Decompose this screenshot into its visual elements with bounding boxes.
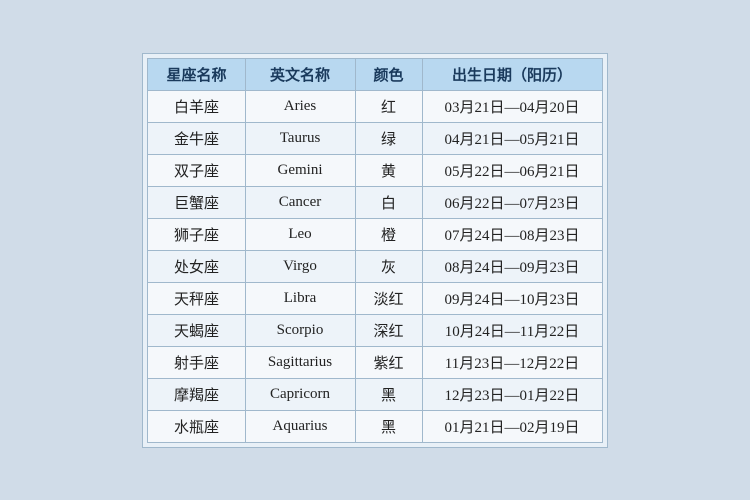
cell-zh: 双子座 xyxy=(148,154,245,186)
table-row: 处女座Virgo灰08月24日—09月23日 xyxy=(148,250,602,282)
cell-zh: 天秤座 xyxy=(148,282,245,314)
table-row: 射手座Sagittarius紫红11月23日—12月22日 xyxy=(148,346,602,378)
cell-color: 黄 xyxy=(355,154,422,186)
table-row: 摩羯座Capricorn黑12月23日—01月22日 xyxy=(148,378,602,410)
cell-color: 橙 xyxy=(355,218,422,250)
table-row: 狮子座Leo橙07月24日—08月23日 xyxy=(148,218,602,250)
cell-date: 10月24日—11月22日 xyxy=(422,314,602,346)
cell-zh: 金牛座 xyxy=(148,122,245,154)
cell-en: Aries xyxy=(245,90,355,122)
table-row: 巨蟹座Cancer白06月22日—07月23日 xyxy=(148,186,602,218)
cell-en: Taurus xyxy=(245,122,355,154)
table-row: 双子座Gemini黄05月22日—06月21日 xyxy=(148,154,602,186)
cell-color: 深红 xyxy=(355,314,422,346)
cell-color: 黑 xyxy=(355,378,422,410)
cell-date: 03月21日—04月20日 xyxy=(422,90,602,122)
table-row: 天蝎座Scorpio深红10月24日—11月22日 xyxy=(148,314,602,346)
cell-en: Scorpio xyxy=(245,314,355,346)
cell-zh: 天蝎座 xyxy=(148,314,245,346)
cell-en: Gemini xyxy=(245,154,355,186)
cell-date: 08月24日—09月23日 xyxy=(422,250,602,282)
cell-color: 淡红 xyxy=(355,282,422,314)
header-zh: 星座名称 xyxy=(148,58,245,90)
table-header-row: 星座名称 英文名称 颜色 出生日期（阳历） xyxy=(148,58,602,90)
cell-date: 01月21日—02月19日 xyxy=(422,410,602,442)
header-date: 出生日期（阳历） xyxy=(422,58,602,90)
cell-en: Leo xyxy=(245,218,355,250)
cell-zh: 射手座 xyxy=(148,346,245,378)
cell-zh: 巨蟹座 xyxy=(148,186,245,218)
cell-date: 06月22日—07月23日 xyxy=(422,186,602,218)
zodiac-table-container: 星座名称 英文名称 颜色 出生日期（阳历） 白羊座Aries红03月21日—04… xyxy=(142,53,607,448)
header-color: 颜色 xyxy=(355,58,422,90)
cell-zh: 处女座 xyxy=(148,250,245,282)
table-row: 白羊座Aries红03月21日—04月20日 xyxy=(148,90,602,122)
cell-color: 白 xyxy=(355,186,422,218)
cell-date: 07月24日—08月23日 xyxy=(422,218,602,250)
cell-en: Capricorn xyxy=(245,378,355,410)
cell-date: 05月22日—06月21日 xyxy=(422,154,602,186)
cell-en: Sagittarius xyxy=(245,346,355,378)
zodiac-table: 星座名称 英文名称 颜色 出生日期（阳历） 白羊座Aries红03月21日—04… xyxy=(147,58,602,443)
cell-color: 灰 xyxy=(355,250,422,282)
cell-color: 绿 xyxy=(355,122,422,154)
cell-en: Aquarius xyxy=(245,410,355,442)
table-row: 金牛座Taurus绿04月21日—05月21日 xyxy=(148,122,602,154)
cell-date: 11月23日—12月22日 xyxy=(422,346,602,378)
cell-zh: 摩羯座 xyxy=(148,378,245,410)
cell-date: 04月21日—05月21日 xyxy=(422,122,602,154)
cell-en: Libra xyxy=(245,282,355,314)
cell-en: Virgo xyxy=(245,250,355,282)
cell-zh: 白羊座 xyxy=(148,90,245,122)
table-row: 水瓶座Aquarius黑01月21日—02月19日 xyxy=(148,410,602,442)
cell-color: 黑 xyxy=(355,410,422,442)
cell-en: Cancer xyxy=(245,186,355,218)
cell-zh: 狮子座 xyxy=(148,218,245,250)
cell-date: 09月24日—10月23日 xyxy=(422,282,602,314)
cell-zh: 水瓶座 xyxy=(148,410,245,442)
header-en: 英文名称 xyxy=(245,58,355,90)
cell-color: 红 xyxy=(355,90,422,122)
table-row: 天秤座Libra淡红09月24日—10月23日 xyxy=(148,282,602,314)
cell-date: 12月23日—01月22日 xyxy=(422,378,602,410)
cell-color: 紫红 xyxy=(355,346,422,378)
